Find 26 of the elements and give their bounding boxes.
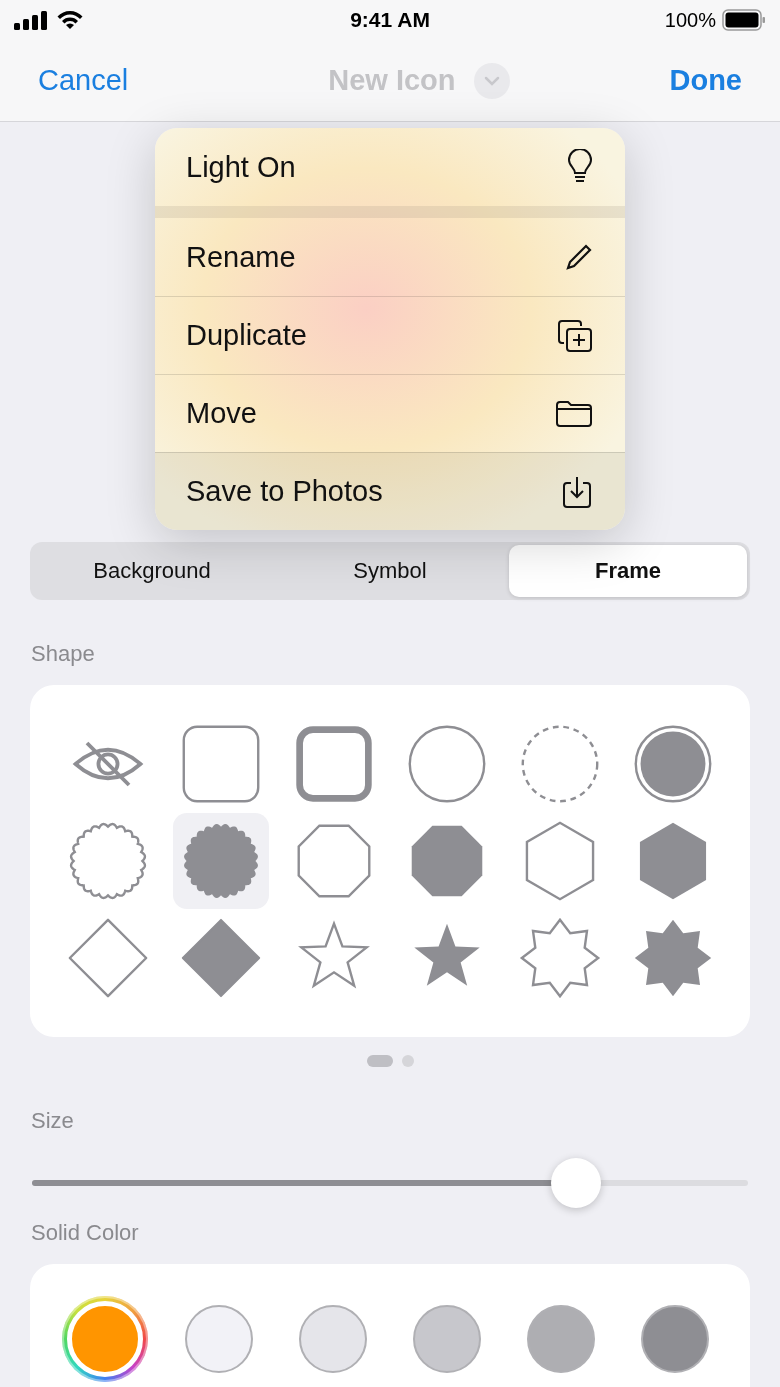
lightbulb-icon	[567, 149, 593, 185]
page-indicator-dot[interactable]	[401, 1055, 414, 1067]
section-label: Size	[31, 1108, 75, 1134]
folder-icon	[555, 399, 593, 428]
done-button[interactable]: Done	[669, 64, 742, 97]
menu-item[interactable]: Duplicate	[155, 296, 625, 374]
menu-item[interactable]: Move	[155, 374, 625, 452]
section-label: Shape	[31, 641, 96, 667]
segment-tab[interactable]: Symbol	[271, 545, 509, 597]
download-icon	[561, 474, 593, 509]
wifi-icon	[56, 10, 84, 30]
status-time: 9:41 AM	[350, 8, 430, 32]
shape-option[interactable]	[172, 813, 269, 909]
menu-item[interactable]: Light On	[155, 128, 625, 206]
pencil-icon	[565, 243, 593, 271]
slider-thumb[interactable]	[551, 1158, 602, 1208]
menu-item[interactable]: Rename	[155, 218, 625, 296]
menu-item[interactable]: Save to Photos	[155, 452, 625, 530]
segment-tab[interactable]: Frame	[509, 545, 747, 597]
segment-tab[interactable]: Background	[33, 545, 271, 597]
signal-icon	[14, 10, 48, 30]
section-label: Solid Color	[31, 1220, 140, 1246]
cancel-button[interactable]: Cancel	[38, 64, 129, 97]
battery-icon	[722, 9, 766, 31]
battery-percent: 100%	[664, 8, 716, 32]
duplicate-icon	[557, 318, 593, 353]
